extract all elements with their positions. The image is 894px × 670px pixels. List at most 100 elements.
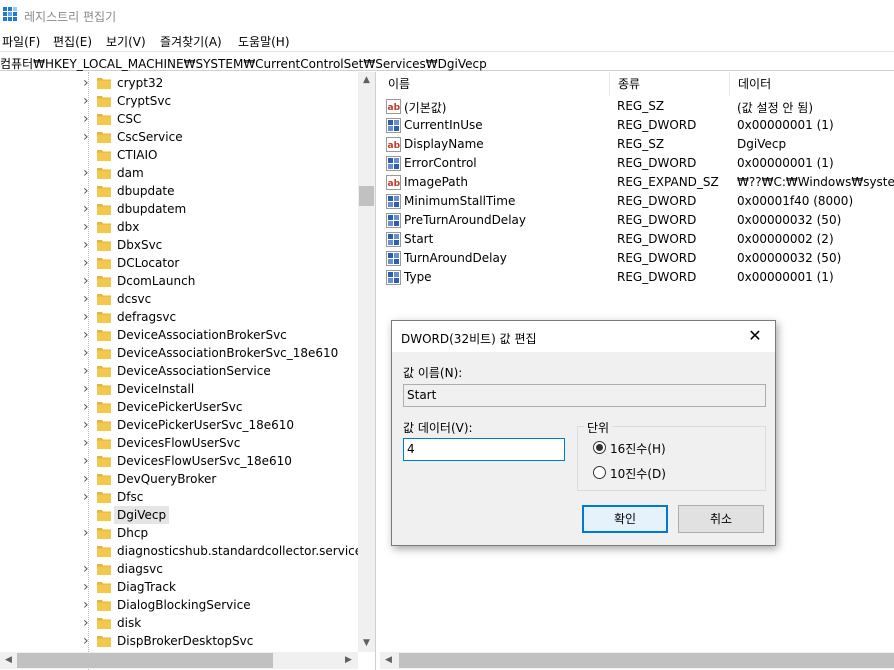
tree-item[interactable]: › DevQueryBroker <box>0 470 358 488</box>
tree-item-label[interactable]: DevicePickerUserSvc <box>117 400 242 414</box>
expand-chevron-icon[interactable]: › <box>83 202 93 216</box>
value-row[interactable]: PreTurnAroundDelay REG_DWORD 0x00000032 (5… <box>380 211 894 230</box>
tree-vertical-scrollbar[interactable]: ▲ ▼ <box>358 72 375 652</box>
tree-item[interactable]: › CryptSvc <box>0 92 358 110</box>
expand-chevron-icon[interactable]: › <box>83 328 93 342</box>
value-row[interactable]: ab ImagePath REG_EXPAND_SZ ₩??₩C:₩Windows₩s… <box>380 173 894 192</box>
value-row[interactable]: CurrentInUse REG_DWORD 0x00000001 (1) <box>380 116 894 135</box>
tree-item-label[interactable]: DevQueryBroker <box>117 472 216 486</box>
tree-item[interactable]: › DevicePickerUserSvc <box>0 398 358 416</box>
scroll-left-icon[interactable]: ◀ <box>0 652 17 669</box>
key-tree-pane[interactable]: › crypt32 › CryptSvc › CSC › CscService CTIAIO › d… <box>0 72 376 670</box>
tree-item[interactable]: › diagsvc <box>0 560 358 578</box>
tree-item[interactable]: › CSC <box>0 110 358 128</box>
column-header-type[interactable]: 종류 <box>610 72 730 96</box>
tree-item-label[interactable]: DevicePickerUserSvc_18e610 <box>117 418 294 432</box>
value-row[interactable]: MinimumStallTime REG_DWORD 0x00001f40 (800… <box>380 192 894 211</box>
tree-item-label[interactable]: CTIAIO <box>117 148 157 162</box>
expand-chevron-icon[interactable]: › <box>83 238 93 252</box>
value-row[interactable]: Type REG_DWORD 0x00000001 (1) <box>380 268 894 287</box>
scroll-right-icon[interactable]: ▶ <box>340 652 357 669</box>
radio-hexadecimal[interactable] <box>593 441 606 454</box>
expand-chevron-icon[interactable]: › <box>83 166 93 180</box>
tree-hscroll-thumb[interactable] <box>17 653 273 668</box>
tree-item[interactable]: › dcsvc <box>0 290 358 308</box>
tree-item[interactable]: › DevicePickerUserSvc_18e610 <box>0 416 358 434</box>
tree-item[interactable]: › DCLocator <box>0 254 358 272</box>
tree-item[interactable]: › DevicesFlowUserSvc_18e610 <box>0 452 358 470</box>
tree-item[interactable]: › DevicesFlowUserSvc <box>0 434 358 452</box>
expand-chevron-icon[interactable]: › <box>83 130 93 144</box>
tree-item-label[interactable]: Dhcp <box>117 526 148 540</box>
tree-item[interactable]: › Dfsc <box>0 488 358 506</box>
expand-chevron-icon[interactable]: › <box>83 346 93 360</box>
expand-chevron-icon[interactable]: › <box>83 436 93 450</box>
tree-item-label[interactable]: DeviceAssociationBrokerSvc_18e610 <box>117 346 338 360</box>
tree-item[interactable]: › DeviceAssociationBrokerSvc_18e610 <box>0 344 358 362</box>
tree-item-label[interactable]: diagsvc <box>117 562 163 576</box>
radio-decimal-label[interactable]: 10진수(D) <box>610 465 666 482</box>
tree-item-label[interactable]: Dfsc <box>117 490 143 504</box>
expand-chevron-icon[interactable]: › <box>83 292 93 306</box>
expand-chevron-icon[interactable]: › <box>83 220 93 234</box>
expand-chevron-icon[interactable]: › <box>83 76 93 90</box>
cancel-button[interactable]: 취소 <box>678 505 764 533</box>
expand-chevron-icon[interactable]: › <box>83 418 93 432</box>
tree-item-label[interactable]: DeviceAssociationService <box>117 364 271 378</box>
tree-item[interactable]: › disk <box>0 614 358 632</box>
tree-item-label[interactable]: CryptSvc <box>117 94 171 108</box>
tree-item-label[interactable]: dam <box>117 166 144 180</box>
expand-chevron-icon[interactable]: › <box>83 580 93 594</box>
tree-item[interactable]: › crypt32 <box>0 74 358 92</box>
column-header-data[interactable]: 데이터 <box>730 72 894 96</box>
tree-item-label[interactable]: crypt32 <box>117 76 163 90</box>
scroll-down-icon[interactable]: ▼ <box>358 635 375 652</box>
tree-item[interactable]: › DcomLaunch <box>0 272 358 290</box>
tree-item[interactable]: › DialogBlockingService <box>0 596 358 614</box>
scroll-left-icon[interactable]: ◀ <box>380 652 397 669</box>
expand-chevron-icon[interactable]: › <box>83 490 93 504</box>
expand-chevron-icon[interactable]: › <box>83 364 93 378</box>
tree-item[interactable]: › DeviceAssociationBrokerSvc <box>0 326 358 344</box>
tree-scroll-thumb[interactable] <box>359 186 374 206</box>
tree-item[interactable]: › DiagTrack <box>0 578 358 596</box>
tree-item-label[interactable]: DbxSvc <box>117 238 162 252</box>
expand-chevron-icon[interactable]: › <box>83 274 93 288</box>
tree-item[interactable]: › DeviceInstall <box>0 380 358 398</box>
close-icon[interactable]: ✕ <box>744 326 766 346</box>
expand-chevron-icon[interactable]: › <box>83 526 93 540</box>
tree-item[interactable]: › DbxSvc <box>0 236 358 254</box>
tree-item-label[interactable]: disk <box>117 616 141 630</box>
tree-item[interactable]: › dam <box>0 164 358 182</box>
value-data-input[interactable]: 4 <box>403 438 565 461</box>
value-row[interactable]: ab DisplayName REG_SZ DgiVecp <box>380 135 894 154</box>
expand-chevron-icon[interactable]: › <box>83 562 93 576</box>
address-bar[interactable]: 컴퓨터₩HKEY_LOCAL_MACHINE₩SYSTEM₩CurrentCon… <box>0 51 894 71</box>
values-horizontal-scrollbar[interactable]: ◀ <box>380 652 894 669</box>
tree-item-label[interactable]: DialogBlockingService <box>117 598 251 612</box>
tree-item-label[interactable]: CscService <box>117 130 183 144</box>
tree-item[interactable]: › dbx <box>0 218 358 236</box>
values-hscroll-thumb[interactable] <box>399 653 894 668</box>
tree-item-label[interactable]: DeviceAssociationBrokerSvc <box>117 328 287 342</box>
tree-item-label[interactable]: DevicesFlowUserSvc <box>117 436 240 450</box>
tree-item[interactable]: › defragsvc <box>0 308 358 326</box>
menu-help[interactable]: 도움말(H) <box>238 33 290 50</box>
tree-item[interactable]: DgiVecp <box>0 506 358 524</box>
menu-view[interactable]: 보기(V) <box>106 33 146 50</box>
tree-item-label[interactable]: CSC <box>117 112 141 126</box>
expand-chevron-icon[interactable]: › <box>83 310 93 324</box>
column-header-name[interactable]: 이름 <box>380 72 610 96</box>
value-row[interactable]: TurnAroundDelay REG_DWORD 0x00000032 (50) <box>380 249 894 268</box>
radio-decimal[interactable] <box>593 466 606 479</box>
value-row[interactable]: Start REG_DWORD 0x00000002 (2) <box>380 230 894 249</box>
tree-horizontal-scrollbar[interactable]: ◀ ▶ <box>0 652 358 669</box>
tree-item-label[interactable]: DCLocator <box>117 256 179 270</box>
tree-item[interactable]: › dbupdate <box>0 182 358 200</box>
expand-chevron-icon[interactable]: › <box>83 184 93 198</box>
tree-item-label[interactable]: dcsvc <box>117 292 151 306</box>
expand-chevron-icon[interactable]: › <box>83 256 93 270</box>
tree-item-label[interactable]: dbupdate <box>117 184 175 198</box>
tree-item-label[interactable]: defragsvc <box>117 310 176 324</box>
menu-edit[interactable]: 편집(E) <box>53 33 92 50</box>
